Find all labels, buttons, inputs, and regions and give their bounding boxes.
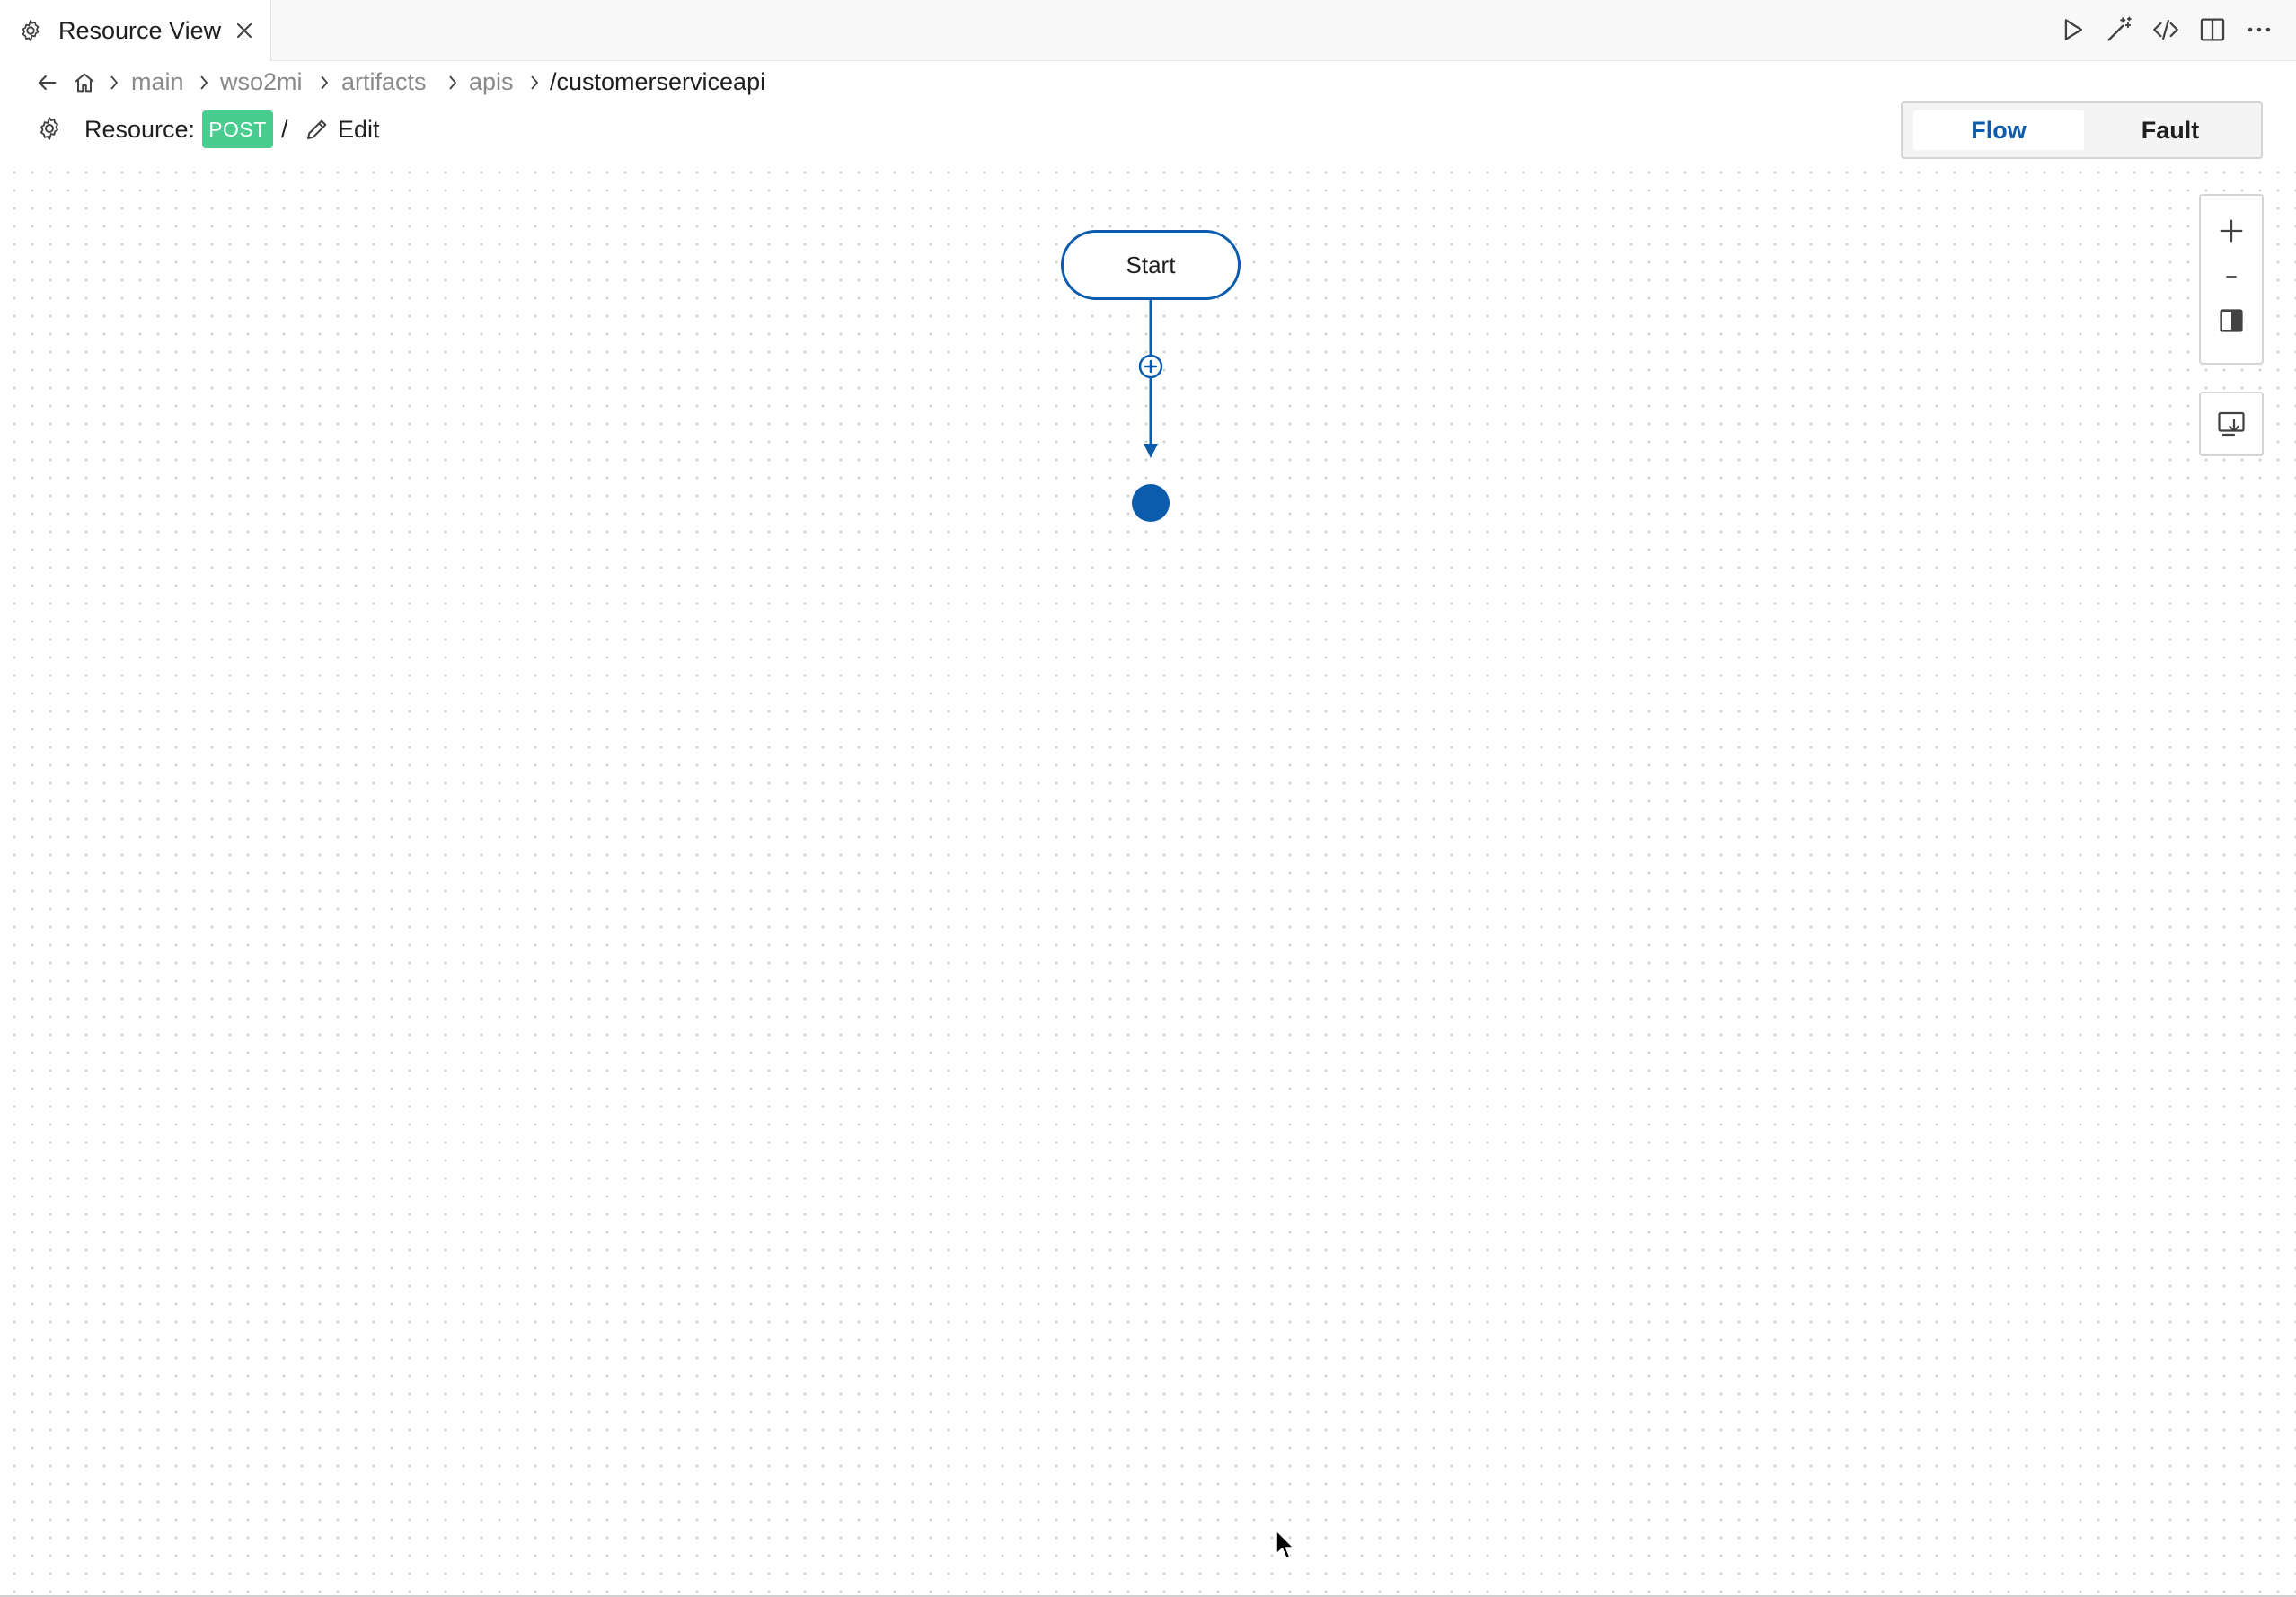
view-toggle: Flow Fault — [1901, 101, 2263, 159]
mouse-cursor-icon — [1276, 1530, 1294, 1559]
run-button[interactable] — [2057, 14, 2088, 45]
method-badge: POST — [202, 110, 273, 148]
code-icon — [2153, 19, 2178, 40]
back-arrow-icon[interactable] — [34, 70, 59, 95]
magic-wand-icon — [2107, 16, 2132, 41]
zoom-in-button[interactable] — [2201, 208, 2262, 253]
more-actions-button[interactable] — [2244, 14, 2274, 45]
add-mediator-icon[interactable] — [1137, 353, 1164, 380]
pencil-icon — [307, 119, 327, 139]
tab-fault[interactable]: Fault — [2087, 110, 2254, 150]
fit-screen-icon — [2220, 309, 2243, 332]
edit-button[interactable]: Edit — [304, 102, 380, 156]
end-node — [1132, 484, 1170, 522]
plus-icon — [2220, 219, 2243, 243]
gear-icon[interactable] — [36, 115, 63, 142]
home-icon[interactable] — [72, 70, 97, 95]
resource-path: / — [281, 115, 288, 143]
edit-label: Edit — [338, 115, 380, 143]
play-icon — [2064, 19, 2083, 40]
download-icon — [2218, 411, 2245, 437]
breadcrumb: main wso2mi artifacts apis /customerserv… — [0, 61, 2296, 102]
tab-flow[interactable]: Flow — [1913, 110, 2084, 150]
zoom-controls — [2199, 194, 2264, 365]
chevron-right-icon — [449, 75, 457, 90]
fit-to-screen-button[interactable] — [2201, 298, 2262, 343]
chevron-right-icon — [321, 75, 329, 90]
resource-header: Resource: POST / Edit Flow Fault — [0, 101, 2296, 160]
resource-label: Resource: — [84, 115, 196, 143]
tab-title: Resource View — [58, 16, 222, 44]
download-diagram-button[interactable] — [2199, 392, 2264, 456]
minus-icon — [2226, 276, 2237, 278]
show-source-button[interactable] — [2150, 14, 2181, 45]
breadcrumb-apis[interactable]: apis — [469, 61, 514, 102]
close-icon[interactable] — [232, 18, 257, 43]
split-editor-icon — [2200, 18, 2225, 41]
chevron-right-icon — [531, 75, 539, 90]
zoom-out-button[interactable] — [2201, 254, 2262, 299]
arrowhead-icon — [1144, 444, 1158, 458]
flow-canvas[interactable]: Start — [0, 160, 2296, 1595]
breadcrumb-artifacts[interactable]: artifacts — [341, 61, 427, 102]
tab-resource-view[interactable]: Resource View — [0, 0, 271, 61]
ai-assist-button[interactable] — [2104, 14, 2134, 45]
editor-tab-bar: Resource View — [0, 0, 2296, 61]
gear-icon — [22, 20, 40, 41]
breadcrumb-current: /customerserviceapi — [550, 67, 766, 95]
more-icon — [2247, 27, 2271, 32]
breadcrumb-wso2mi[interactable]: wso2mi — [220, 61, 303, 102]
split-editor-button[interactable] — [2197, 14, 2228, 45]
start-node[interactable]: Start — [1061, 230, 1241, 300]
breadcrumb-main[interactable]: main — [131, 61, 184, 102]
chevron-right-icon — [200, 75, 208, 90]
chevron-right-icon — [110, 75, 119, 90]
